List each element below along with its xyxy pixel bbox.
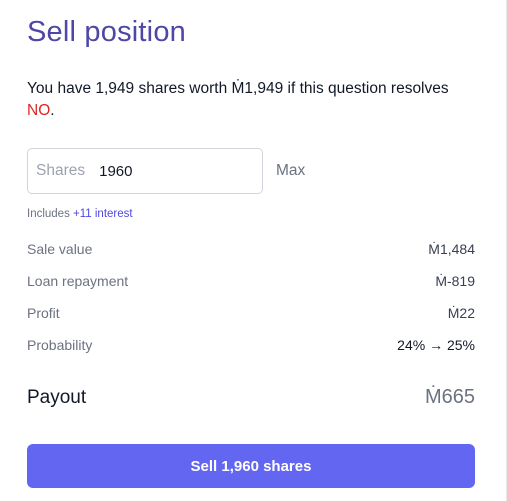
shares-field[interactable]: Shares — [27, 148, 263, 194]
payout-row: Payout Ṁ665 — [27, 386, 475, 409]
loan-repayment-row: Loan repayment Ṁ-819 — [27, 271, 475, 291]
probability-row: Probability 24% → 25% — [27, 335, 475, 355]
position-info-text: You have 1,949 shares worth Ṁ1,949 if th… — [27, 80, 449, 97]
loan-repayment-label: Loan repayment — [27, 273, 129, 289]
sale-value-amount: Ṁ1,484 — [428, 241, 475, 257]
profit-amount: Ṁ22 — [447, 305, 475, 321]
profit-row: Profit Ṁ22 — [27, 303, 475, 323]
includes-text: Includes — [27, 208, 74, 220]
shares-input[interactable] — [99, 162, 240, 180]
includes-interest-note: Includes +11 interest — [27, 208, 133, 220]
payout-amount: Ṁ665 — [424, 386, 475, 408]
sell-shares-button[interactable]: Sell 1,960 shares — [27, 444, 475, 488]
position-info-period: . — [50, 102, 55, 119]
probability-change: 24% → 25% — [397, 337, 475, 353]
loan-repayment-amount: Ṁ-819 — [435, 273, 475, 289]
profit-label: Profit — [27, 305, 60, 321]
sale-value-label: Sale value — [27, 241, 93, 257]
position-info: You have 1,949 shares worth Ṁ1,949 if th… — [27, 78, 477, 122]
payout-label: Payout — [27, 386, 87, 408]
outcome-label: NO — [27, 102, 51, 119]
probability-label: Probability — [27, 337, 93, 353]
max-button[interactable]: Max — [276, 162, 305, 180]
sale-value-row: Sale value Ṁ1,484 — [27, 239, 475, 259]
interest-amount: +11 interest — [73, 208, 133, 220]
shares-field-prefix: Shares — [36, 162, 86, 179]
page-title: Sell position — [27, 16, 186, 48]
sell-position-panel: Sell position You have 1,949 shares wort… — [0, 0, 507, 501]
